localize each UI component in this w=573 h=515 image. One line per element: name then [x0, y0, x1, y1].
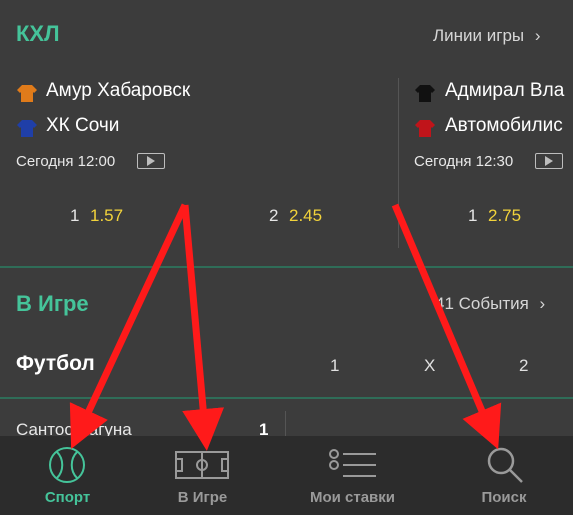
jersey-icon-team-1	[415, 85, 435, 102]
jersey-icon-team-2	[415, 120, 435, 137]
odd-label: 2	[269, 206, 279, 225]
column-header-x: X	[424, 356, 436, 375]
section-divider	[0, 266, 573, 268]
odd-label: 1	[468, 206, 478, 225]
nav-label-search: Поиск	[481, 489, 527, 506]
odd-button[interactable]: 2.45	[289, 206, 322, 226]
lines-link[interactable]: Линии игры ›	[433, 26, 541, 46]
jersey-icon-team-2	[17, 120, 37, 137]
nav-item-live[interactable]: В Игре	[135, 436, 270, 515]
nav-label-live: В Игре	[177, 489, 228, 506]
column-header-1: 1	[330, 356, 340, 375]
nav-label-sport: Спорт	[44, 489, 91, 506]
card-divider	[398, 78, 399, 248]
jersey-icon-team-1	[17, 85, 37, 102]
field-icon	[175, 451, 229, 479]
play-video-icon[interactable]	[535, 153, 563, 169]
nav-item-search[interactable]: Поиск	[435, 436, 573, 515]
chevron-right-icon: ›	[534, 26, 541, 45]
team-away-name: Автомобилис	[445, 115, 563, 136]
team-home-name: Адмирал Вла	[445, 80, 565, 101]
bottom-nav: Спорт В Игре Мои ставки Поиск	[0, 436, 573, 515]
nav-item-sport[interactable]: Спорт	[0, 436, 135, 515]
nav-item-my-bets[interactable]: Мои ставки	[270, 436, 435, 515]
section-divider	[0, 397, 573, 399]
odd-button[interactable]: 2.75	[488, 206, 521, 226]
chevron-right-icon: ›	[539, 294, 546, 313]
team-home-name: Амур Хабаровск	[46, 80, 191, 101]
odd-label: 1	[70, 206, 80, 225]
search-icon	[487, 447, 523, 483]
team-away-name: ХК Сочи	[46, 115, 120, 136]
match-time: Сегодня 12:30	[414, 153, 514, 170]
lines-link-label: Линии игры	[433, 26, 525, 45]
section-title-khl: КХЛ	[16, 21, 60, 46]
tennis-ball-icon	[49, 447, 85, 483]
sport-heading-football: Футбол	[16, 352, 95, 375]
odd-button[interactable]: 1.57	[90, 206, 123, 226]
match-time: Сегодня 12:00	[16, 153, 116, 170]
events-link-label: 41 События	[435, 294, 529, 313]
row-divider	[285, 411, 286, 436]
bets-list-icon	[329, 449, 376, 477]
events-link[interactable]: 41 События ›	[435, 294, 545, 314]
play-video-icon[interactable]	[137, 153, 165, 169]
column-header-2: 2	[519, 356, 529, 375]
section-title-live: В Игре	[16, 291, 89, 316]
nav-label-my-bets: Мои ставки	[309, 489, 396, 506]
